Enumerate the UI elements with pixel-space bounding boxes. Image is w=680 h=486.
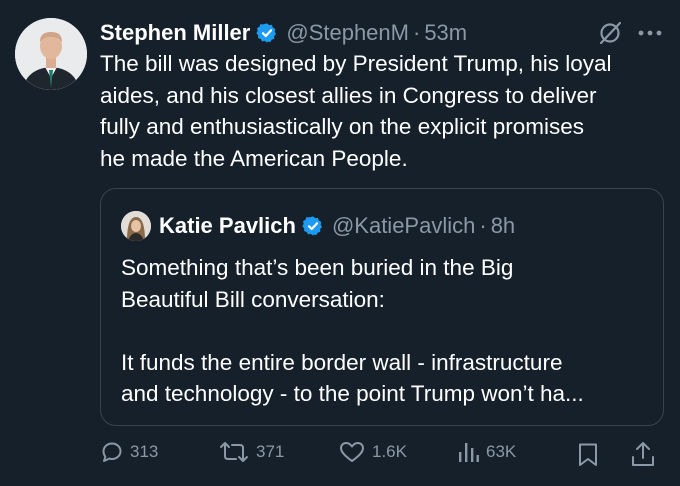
- view-count: 63K: [486, 442, 517, 461]
- quoted-author-name[interactable]: Katie Pavlich: [159, 213, 296, 239]
- verified-badge-icon: [256, 23, 277, 43]
- bookmark-icon[interactable]: [576, 442, 600, 468]
- repost-count: 371: [256, 442, 285, 461]
- verified-badge-icon: [302, 216, 322, 236]
- like-count: 1.6K: [372, 442, 407, 461]
- more-icon[interactable]: [636, 24, 664, 42]
- reply-icon: [102, 442, 122, 462]
- repost-icon: [220, 442, 248, 462]
- grok-icon[interactable]: [597, 20, 623, 46]
- timestamp[interactable]: 53m: [424, 20, 467, 46]
- like-button[interactable]: 1.6K: [338, 440, 407, 464]
- tweet[interactable]: Stephen Miller @StephenM · 53m The bill …: [0, 0, 680, 486]
- quoted-timestamp[interactable]: 8h: [491, 213, 515, 239]
- quoted-author-avatar[interactable]: [121, 211, 151, 241]
- author-name[interactable]: Stephen Miller: [100, 20, 250, 46]
- author-handle[interactable]: @StephenM: [286, 20, 409, 46]
- repost-button[interactable]: 371: [218, 440, 284, 464]
- author-avatar[interactable]: [15, 18, 87, 90]
- share-icon[interactable]: [630, 440, 656, 468]
- tweet-header: Stephen Miller @StephenM · 53m: [100, 16, 467, 50]
- reply-button[interactable]: 313: [100, 440, 158, 464]
- action-bar: 313 371 1.6K 63K: [0, 436, 680, 476]
- quoted-author-handle[interactable]: @KatiePavlich: [332, 213, 475, 239]
- quoted-tweet-header: Katie Pavlich @KatiePavlich · 8h: [121, 211, 515, 241]
- quoted-tweet[interactable]: Katie Pavlich @KatiePavlich · 8h Somethi…: [100, 188, 664, 426]
- views-chart-icon: [459, 443, 479, 462]
- tweet-text: The bill was designed by President Trump…: [100, 51, 612, 171]
- views-button[interactable]: 63K: [456, 440, 516, 464]
- reply-count: 313: [130, 442, 159, 461]
- separator-dot: ·: [412, 20, 421, 45]
- heart-icon: [340, 442, 364, 462]
- quoted-tweet-text: Something that’s been buried in the Big …: [121, 255, 584, 406]
- separator-dot: ·: [479, 213, 487, 238]
